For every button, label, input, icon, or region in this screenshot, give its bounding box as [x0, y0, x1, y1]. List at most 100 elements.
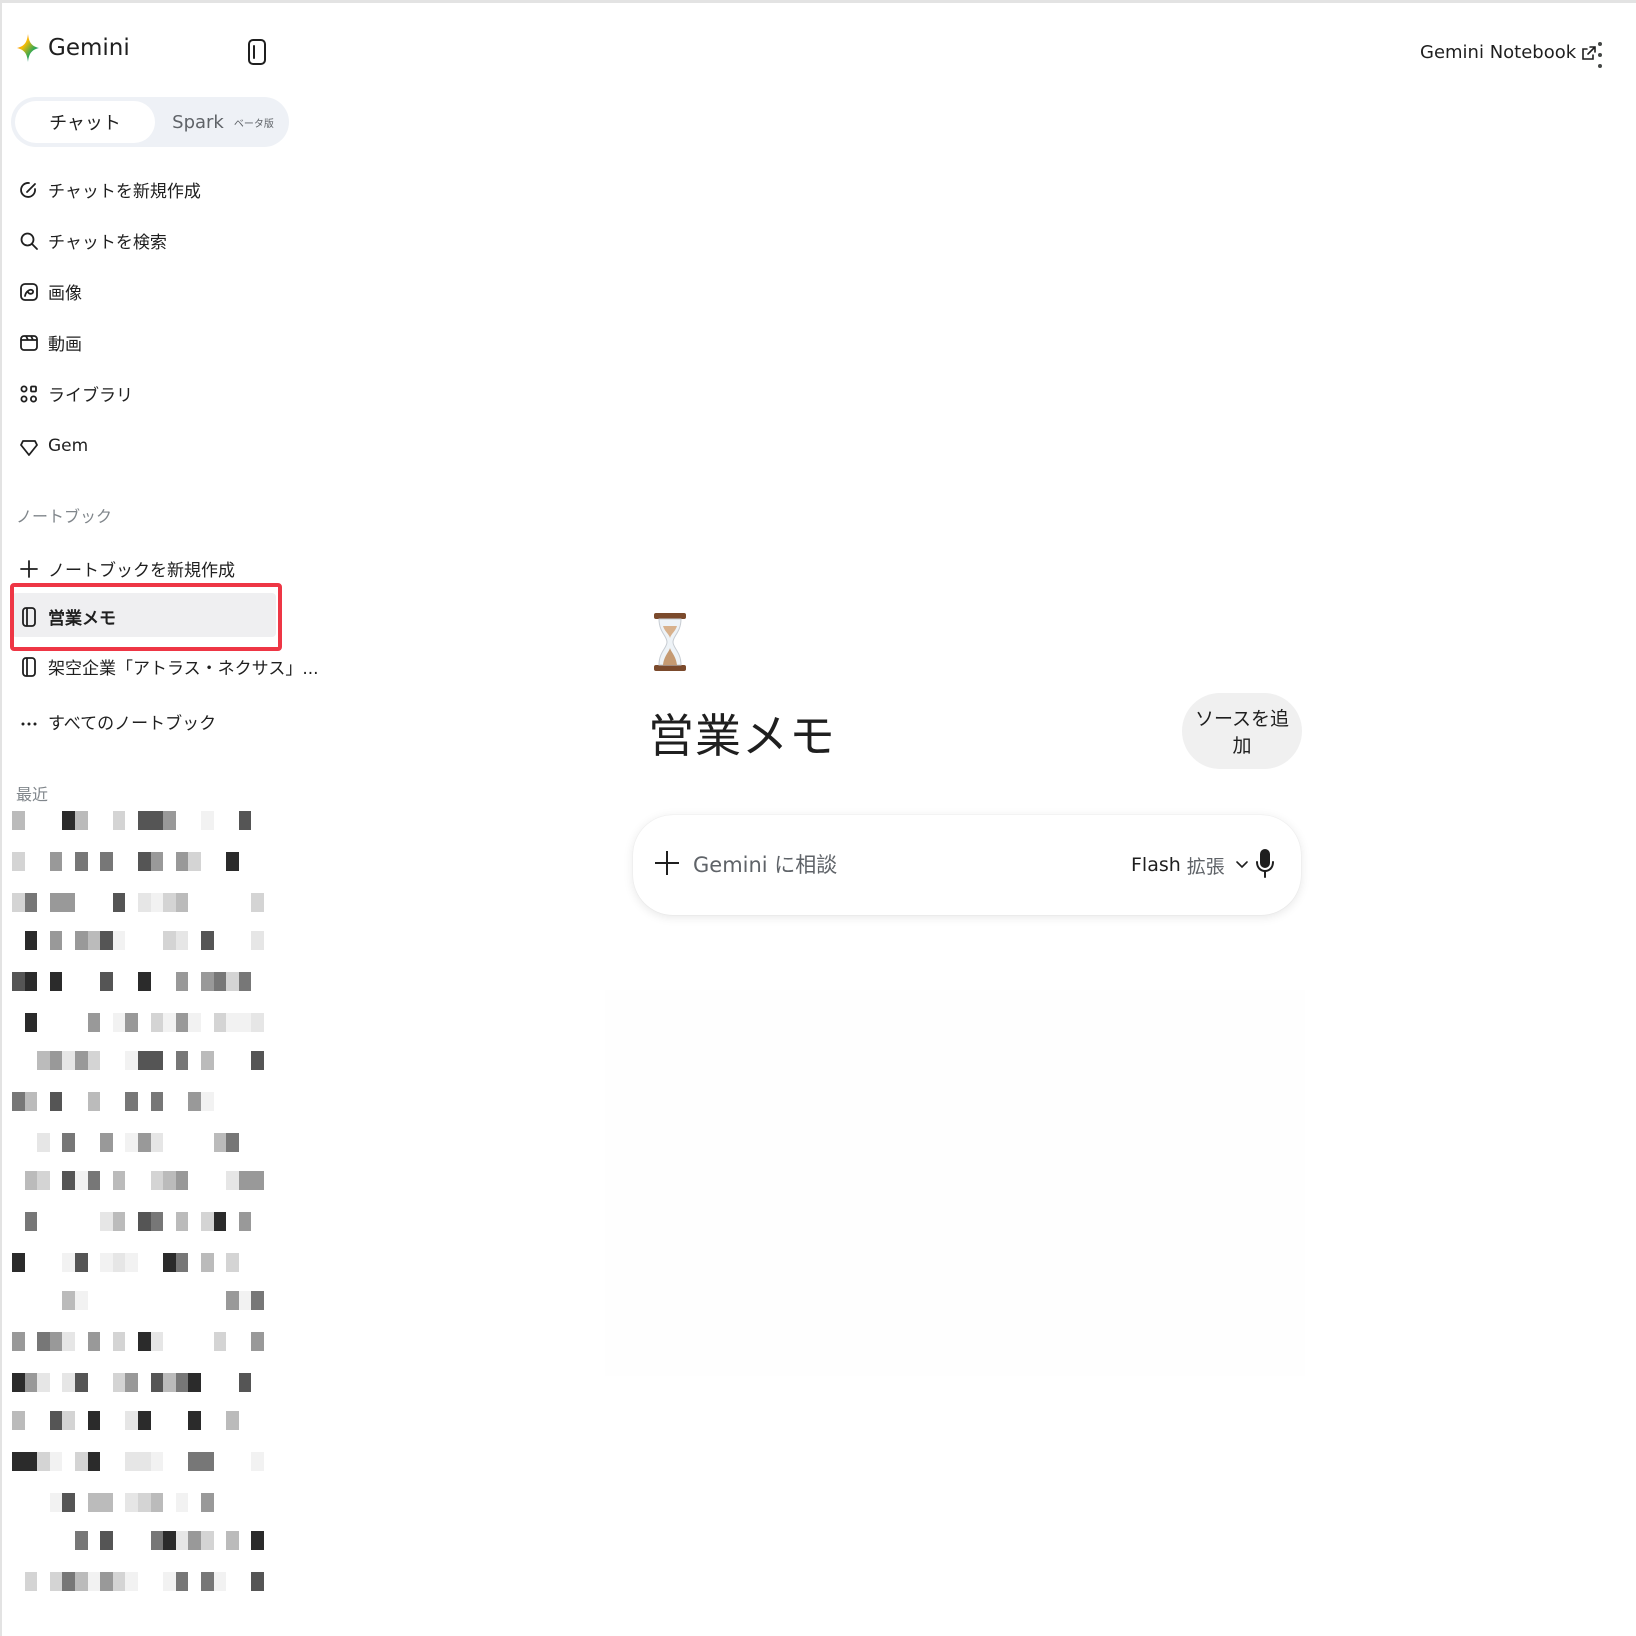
redacted-block: [150, 1531, 164, 1550]
redacted-block: [49, 972, 63, 991]
redacted-block: [12, 811, 25, 830]
redacted-block: [188, 852, 201, 871]
redacted-block: [150, 1452, 164, 1471]
redacted-block: [87, 1452, 101, 1471]
model-selector[interactable]: Flash 拡張: [1131, 847, 1253, 883]
redacted-block: [150, 1212, 164, 1231]
redacted-block: [251, 1572, 264, 1591]
redacted-block: [201, 931, 214, 950]
redacted-block: [62, 1493, 75, 1512]
redacted-block: [100, 1253, 113, 1272]
add-source-button[interactable]: ソースを追加: [1182, 693, 1302, 769]
gemini-notebook-link[interactable]: Gemini Notebook: [1420, 42, 1596, 63]
beta-badge: ベータ版: [233, 118, 274, 130]
redacted-block: [62, 1133, 75, 1152]
redacted-block: [12, 1373, 25, 1392]
redacted-block: [24, 931, 38, 950]
redacted-block: [138, 1411, 151, 1430]
redacted-block: [75, 1253, 88, 1272]
redacted-block: [251, 1051, 264, 1070]
nav-search-chat[interactable]: チャットを検索: [2, 220, 292, 260]
redacted-block: [75, 1572, 88, 1591]
redacted-block: [251, 931, 264, 950]
redacted-block: [175, 1531, 189, 1550]
nav-gem[interactable]: Gem: [2, 426, 292, 466]
redacted-block: [226, 1411, 239, 1430]
redacted-block: [87, 1572, 101, 1591]
redacted-block: [150, 1051, 164, 1070]
new-notebook-label: ノートブックを新規作成: [48, 560, 235, 581]
recent-section-label: 最近: [16, 785, 49, 804]
redacted-block: [49, 1051, 63, 1070]
notebook-item-sales-memo[interactable]: 営業メモ: [2, 596, 292, 636]
redacted-block: [163, 1013, 176, 1032]
redacted-block: [112, 1373, 126, 1392]
add-attachment-icon[interactable]: [653, 849, 681, 877]
redacted-block: [150, 811, 164, 830]
prompt-input[interactable]: [691, 843, 1095, 887]
redacted-block: [163, 1171, 176, 1190]
redacted-block: [251, 1452, 264, 1471]
redacted-block: [150, 1013, 164, 1032]
redacted-block: [213, 1013, 227, 1032]
microphone-icon[interactable]: [1253, 848, 1277, 880]
redacted-block: [12, 972, 25, 991]
notebook-item-atlas-nexus[interactable]: 架空企業「アトラス・ネクサス」...: [2, 646, 319, 686]
redacted-block: [201, 1452, 214, 1471]
brand[interactable]: Gemini: [16, 33, 130, 63]
redacted-block: [238, 1171, 252, 1190]
redacted-block: [100, 931, 113, 950]
redacted-block: [24, 1212, 38, 1231]
gemini-notebook-link-label: Gemini Notebook: [1420, 42, 1577, 63]
redacted-block: [125, 1051, 138, 1070]
redacted-block: [100, 1493, 113, 1512]
tab-chat[interactable]: チャット: [15, 101, 155, 143]
redacted-block: [112, 1171, 126, 1190]
redacted-block: [150, 1171, 164, 1190]
redacted-block: [201, 972, 214, 991]
redacted-block: [188, 1013, 201, 1032]
redacted-block: [138, 1133, 151, 1152]
redacted-block: [150, 893, 164, 912]
redacted-block: [49, 1493, 63, 1512]
nav-videos[interactable]: 動画: [2, 322, 292, 362]
redacted-block: [175, 1171, 189, 1190]
redacted-block: [175, 1051, 189, 1070]
redacted-block: [75, 852, 88, 871]
nav-images[interactable]: 画像: [2, 271, 292, 311]
redacted-block: [188, 1452, 201, 1471]
nav-new-chat[interactable]: チャットを新規作成: [2, 169, 292, 209]
redacted-block: [150, 852, 164, 871]
sidebar-toggle-icon[interactable]: [248, 39, 266, 65]
notebooks-section-label: ノートブック: [16, 507, 113, 526]
model-name: Flash: [1131, 854, 1181, 876]
tab-spark[interactable]: Spark ベータ版: [161, 101, 285, 143]
redacted-block: [163, 1253, 176, 1272]
nav-images-label: 画像: [48, 283, 82, 304]
redacted-block: [87, 1411, 101, 1430]
redacted-block: [251, 1013, 264, 1032]
redacted-block: [175, 1572, 189, 1591]
new-notebook-button[interactable]: ノートブックを新規作成: [2, 548, 292, 588]
redacted-block: [175, 1373, 189, 1392]
redacted-block: [87, 1013, 101, 1032]
redacted-block: [24, 1373, 38, 1392]
nav-library[interactable]: ライブラリ: [2, 373, 292, 413]
redacted-block: [213, 1332, 227, 1351]
redacted-block: [49, 931, 63, 950]
content-area: [605, 990, 1305, 1376]
redacted-block: [125, 1013, 138, 1032]
all-notebooks-link[interactable]: すべてのノートブック: [2, 701, 292, 741]
redacted-block: [138, 1332, 151, 1351]
model-mode: 拡張: [1186, 855, 1225, 878]
chevron-down-icon: [1236, 861, 1248, 869]
redacted-block: [75, 1171, 88, 1190]
more-options-icon[interactable]: [1590, 40, 1610, 70]
redacted-block: [75, 1452, 88, 1471]
redacted-block: [138, 1493, 151, 1512]
redacted-block: [100, 972, 113, 991]
nav-gem-label: Gem: [48, 436, 89, 456]
redacted-block: [87, 1171, 101, 1190]
redacted-block: [238, 972, 252, 991]
redacted-block: [62, 1051, 75, 1070]
